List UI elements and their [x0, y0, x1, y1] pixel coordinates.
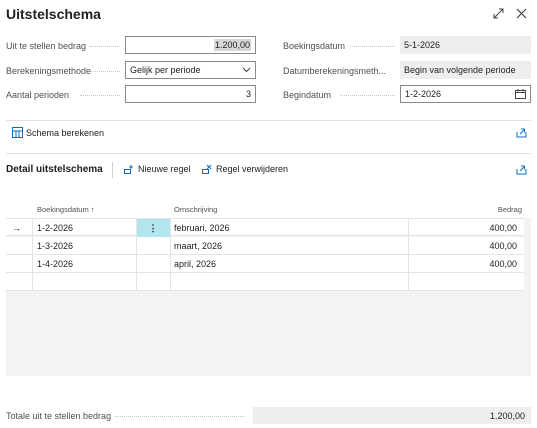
- dotted-leader: [90, 71, 120, 72]
- row-menu-button[interactable]: ⋮: [136, 219, 170, 237]
- table-row-amount-cell[interactable]: 400,00: [408, 255, 524, 273]
- new-line-icon: [124, 165, 133, 174]
- table-row[interactable]: → 1-2-2026 ⋮ februari, 2026: [6, 218, 408, 237]
- divider: [6, 120, 531, 121]
- column-divider: [170, 218, 171, 291]
- table-row[interactable]: 1-4-2026 april, 2026: [6, 255, 408, 273]
- divider: [6, 153, 531, 154]
- posting-date-value: 5-1-2026: [404, 40, 441, 50]
- table-row-empty[interactable]: [408, 273, 524, 291]
- new-line-label: Nieuwe regel: [138, 164, 191, 174]
- amount-label: Uit te stellen bedrag: [6, 41, 87, 51]
- delete-line-label: Regel verwijderen: [216, 164, 289, 174]
- table-row-amount-cell[interactable]: 400,00: [408, 218, 524, 236]
- calculate-icon: [12, 127, 23, 138]
- column-header-amount[interactable]: Bedrag: [498, 205, 522, 214]
- row-description[interactable]: april, 2026: [174, 255, 216, 273]
- row-amount[interactable]: 400,00: [489, 255, 517, 273]
- share-icon[interactable]: [516, 127, 527, 138]
- column-header-date[interactable]: Boekingsdatum ↑: [37, 205, 95, 214]
- row-date[interactable]: 1-2-2026: [37, 219, 73, 237]
- table-row[interactable]: 1-3-2026 maart, 2026: [6, 237, 408, 255]
- delete-line-button[interactable]: Regel verwijderen: [202, 164, 288, 174]
- detail-title: Detail uitstelschema: [6, 164, 103, 175]
- calculate-schedule-button[interactable]: Schema berekenen: [12, 127, 104, 138]
- dotted-leader: [350, 46, 395, 47]
- calc-method-label: Datumberekeningsmeth...: [283, 66, 387, 76]
- row-amount[interactable]: 400,00: [489, 219, 517, 237]
- table-row-empty[interactable]: [6, 273, 408, 291]
- method-select[interactable]: Gelijk per periode: [125, 61, 256, 79]
- row-date[interactable]: 1-3-2026: [37, 237, 73, 255]
- table-row-amount-cell[interactable]: 400,00: [408, 237, 524, 255]
- total-label: Totale uit te stellen bedrag: [6, 411, 112, 421]
- calendar-icon[interactable]: [515, 89, 526, 99]
- posting-date-field: 5-1-2026: [400, 36, 531, 54]
- dotted-leader: [80, 95, 120, 96]
- amount-field[interactable]: 1.200,00: [125, 36, 256, 54]
- new-line-button[interactable]: Nieuwe regel: [124, 164, 191, 174]
- periods-value: 3: [245, 89, 251, 99]
- row-selected-arrow-icon: →: [12, 223, 21, 233]
- chevron-down-icon: [242, 67, 251, 73]
- row-description[interactable]: februari, 2026: [174, 219, 230, 237]
- method-label: Berekeningsmethode: [6, 66, 92, 76]
- dotted-leader: [90, 46, 120, 47]
- column-header-description[interactable]: Omschrijving: [174, 205, 217, 214]
- column-divider: [136, 218, 137, 291]
- start-date-value: 1-2-2026: [405, 89, 442, 99]
- periods-label: Aantal perioden: [6, 90, 70, 100]
- separator: [112, 162, 113, 178]
- start-date-field[interactable]: 1-2-2026: [400, 85, 531, 103]
- posting-date-label: Boekingsdatum: [283, 41, 346, 51]
- method-value: Gelijk per periode: [130, 65, 201, 75]
- periods-field[interactable]: 3: [125, 85, 256, 103]
- total-value: 1.200,00: [253, 407, 531, 424]
- column-divider: [408, 218, 409, 291]
- delete-line-icon: [202, 164, 212, 174]
- dotted-leader: [115, 416, 245, 417]
- page-title: Uitstelschema: [6, 6, 101, 22]
- calculate-schedule-label: Schema berekenen: [26, 127, 105, 138]
- row-date[interactable]: 1-4-2026: [37, 255, 73, 273]
- calc-method-field: Begin van volgende periode: [400, 61, 531, 79]
- share-icon[interactable]: [516, 164, 527, 175]
- calc-method-value: Begin van volgende periode: [404, 65, 516, 75]
- start-date-label: Begindatum: [283, 90, 332, 100]
- row-amount[interactable]: 400,00: [489, 237, 517, 255]
- grid-header: Boekingsdatum ↑ Omschrijving Bedrag: [6, 199, 531, 218]
- close-icon[interactable]: [514, 6, 528, 20]
- column-divider: [32, 218, 33, 291]
- dotted-leader: [340, 95, 395, 96]
- amount-value: 1.200,00: [213, 39, 251, 51]
- expand-icon[interactable]: [491, 6, 505, 20]
- row-description[interactable]: maart, 2026: [174, 237, 222, 255]
